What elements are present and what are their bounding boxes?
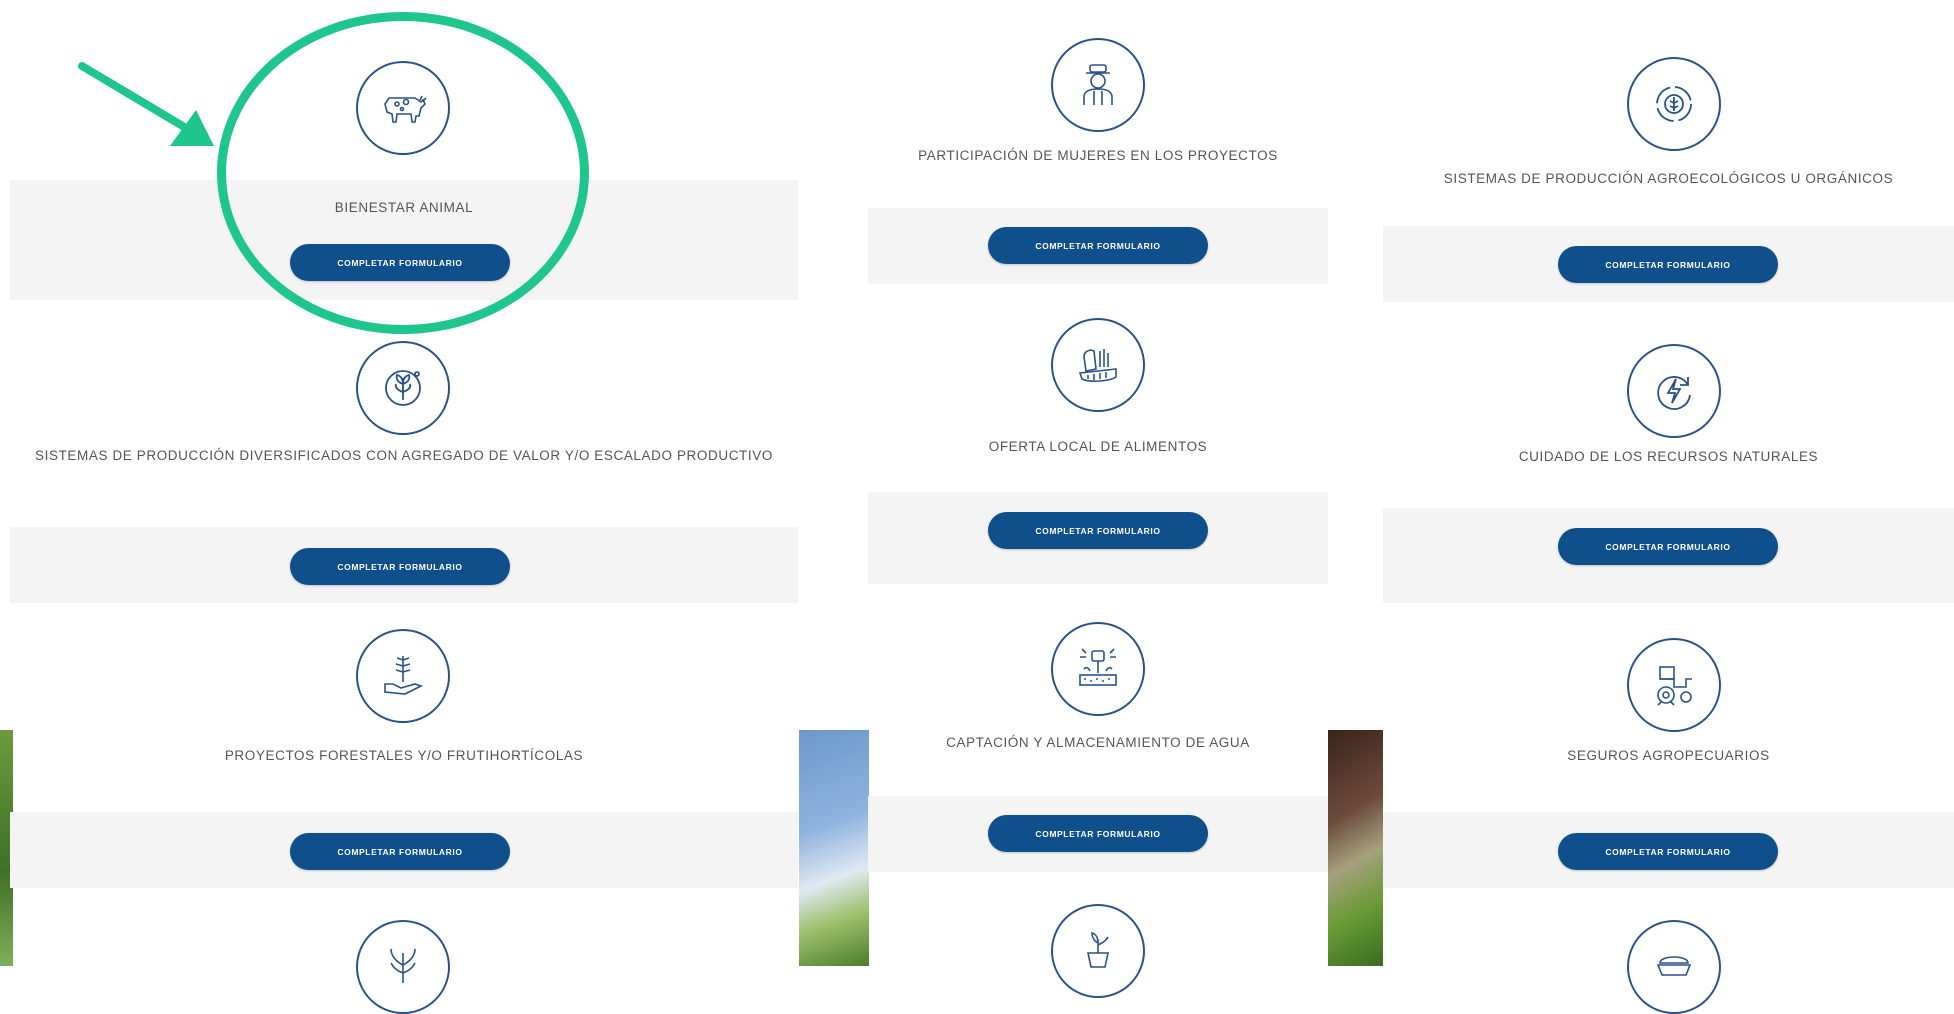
energy-cycle-icon	[1627, 344, 1721, 438]
pointer-arrow-icon	[78, 62, 214, 146]
background-photo-sky	[799, 730, 869, 966]
background-photo-person	[1328, 730, 1383, 966]
woman-farmer-icon	[1051, 38, 1145, 132]
card-title: PROYECTOS FORESTALES Y/O FRUTIHORTÍCOLAS	[224, 748, 584, 763]
tractor-icon	[1627, 638, 1721, 732]
card-title: SEGUROS AGROPECUARIOS	[1567, 748, 1770, 763]
card-title: CUIDADO DE LOS RECURSOS NATURALES	[1518, 449, 1819, 464]
seedling-pot-icon	[1051, 904, 1145, 998]
complete-form-button[interactable]: COMPLETAR FORMULARIO	[290, 833, 510, 870]
card-title: OFERTA LOCAL DE ALIMENTOS	[988, 439, 1208, 454]
organic-cycle-icon	[1627, 57, 1721, 151]
plant-icon	[356, 920, 450, 1014]
complete-form-button[interactable]: COMPLETAR FORMULARIO	[1558, 833, 1778, 870]
complete-form-button[interactable]: COMPLETAR FORMULARIO	[988, 227, 1208, 264]
grain-bowl-icon	[1627, 920, 1721, 1014]
complete-form-button[interactable]: COMPLETAR FORMULARIO	[1558, 528, 1778, 565]
highlight-circle	[217, 12, 589, 334]
complete-form-button[interactable]: COMPLETAR FORMULARIO	[988, 815, 1208, 852]
produce-basket-icon	[1051, 318, 1145, 412]
card-title: SISTEMAS DE PRODUCCIÓN AGROECOLÓGICOS U …	[1443, 171, 1894, 186]
complete-form-button[interactable]: COMPLETAR FORMULARIO	[988, 512, 1208, 549]
card-title: SISTEMAS DE PRODUCCIÓN DIVERSIFICADOS CO…	[35, 448, 773, 463]
diversified-leaf-icon	[356, 341, 450, 435]
complete-form-button[interactable]: COMPLETAR FORMULARIO	[290, 548, 510, 585]
card-title: PARTICIPACIÓN DE MUJERES EN LOS PROYECTO…	[918, 148, 1278, 163]
hand-plant-icon	[356, 629, 450, 723]
complete-form-button[interactable]: COMPLETAR FORMULARIO	[1558, 246, 1778, 283]
irrigation-icon	[1051, 622, 1145, 716]
card-title: CAPTACIÓN Y ALMACENAMIENTO DE AGUA	[946, 735, 1250, 750]
